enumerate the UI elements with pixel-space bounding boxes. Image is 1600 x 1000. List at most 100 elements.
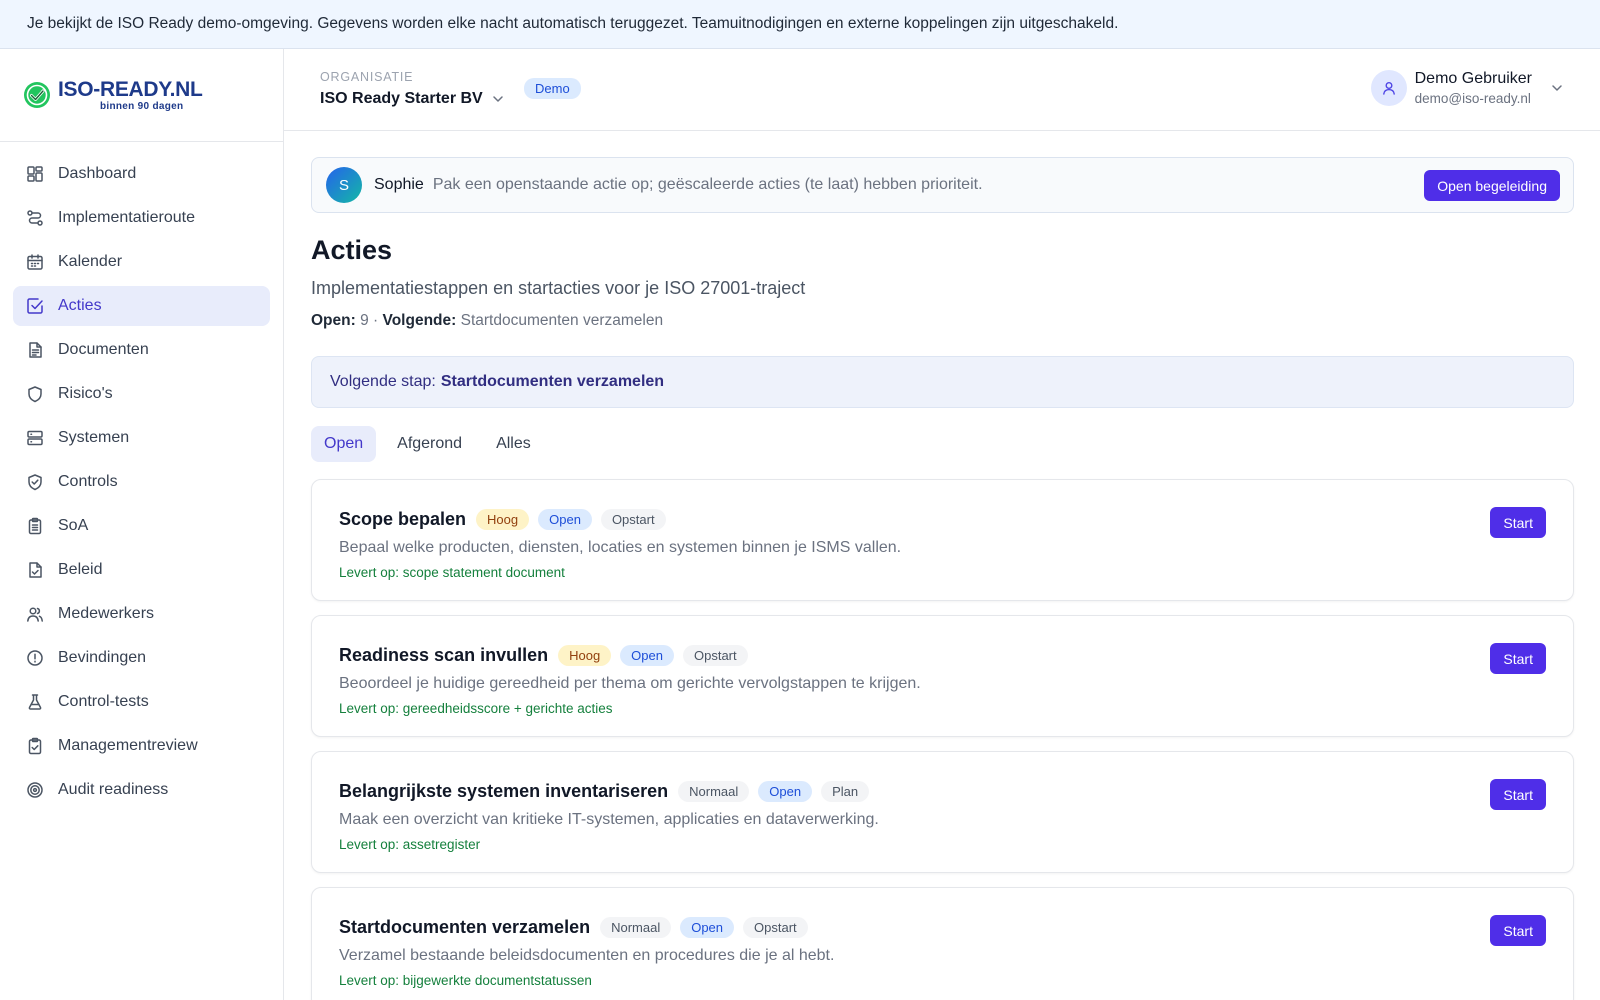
document-icon (26, 341, 44, 359)
sidebar-item-systemen[interactable]: Systemen (13, 418, 270, 458)
next-step-label: Volgende stap: (330, 373, 436, 390)
calendar-icon (26, 253, 44, 271)
sidebar-item-risico-s[interactable]: Risico's (13, 374, 270, 414)
sidebar-item-managementreview[interactable]: Managementreview (13, 726, 270, 766)
sidebar-item-acties[interactable]: Acties (13, 286, 270, 326)
demo-banner-text: Je bekijkt de ISO Ready demo-omgeving. G… (27, 15, 1119, 32)
org-switcher[interactable]: ORGANISATIE ISO Ready Starter BV (320, 70, 505, 108)
action-description: Maak een overzicht van kritieke IT-syste… (339, 811, 879, 828)
demo-banner: Je bekijkt de ISO Ready demo-omgeving. G… (0, 0, 1600, 49)
shield-check-icon (26, 473, 44, 491)
priority-badge: Hoog (476, 509, 530, 530)
action-description: Beoordeel je huidige gereedheid per them… (339, 675, 921, 692)
sidebar-item-kalender[interactable]: Kalender (13, 242, 270, 282)
action-deliverable: Levert op: gereedheidsscore + gerichte a… (339, 701, 613, 716)
action-card: Startdocumenten verzamelen Normaal Open Ops… (311, 887, 1574, 1000)
start-button[interactable]: Start (1490, 779, 1546, 810)
sidebar-item-label: Dashboard (58, 165, 137, 182)
alert-circle-icon (26, 649, 44, 667)
sidebar-nav: Dashboard Implementatieroute Kalender Actie… (0, 142, 283, 822)
status-badge: Open (538, 509, 592, 530)
page-subtitle: Implementatiestappen en startacties voor… (311, 278, 806, 298)
meta-separator: · (373, 312, 379, 329)
sidebar-item-label: Implementatieroute (58, 209, 195, 226)
sidebar-item-beleid[interactable]: Beleid (13, 550, 270, 590)
sidebar-item-label: Bevindingen (58, 649, 147, 666)
priority-badge: Normaal (678, 781, 750, 802)
page-meta: Open: 9 · Volgende: Startdocumenten verz… (311, 312, 1574, 330)
start-button[interactable]: Start (1490, 915, 1546, 946)
action-title: Readiness scan invullen (339, 645, 549, 665)
shield-icon (26, 385, 44, 403)
filter-tabs: Open Afgerond Alles (311, 426, 1574, 462)
assistant-message: Pak een openstaande actie op; geëscaleer… (432, 176, 983, 193)
sidebar-item-control-tests[interactable]: Control-tests (13, 682, 270, 722)
logo[interactable]: ISO-READY.NL binnen 90 dagen (0, 49, 283, 142)
check-square-icon (26, 297, 44, 315)
user-menu[interactable]: Demo Gebruiker demo@iso-ready.nl (1370, 70, 1564, 106)
route-icon (26, 209, 44, 227)
chevron-down-icon (1550, 81, 1564, 95)
avatar (1370, 70, 1407, 106)
sidebar-item-label: Control-tests (58, 693, 149, 710)
demo-badge: Demo (524, 78, 581, 99)
next-step-value: Startdocumenten verzamelen (440, 373, 665, 390)
sidebar-item-medewerkers[interactable]: Medewerkers (13, 594, 270, 634)
org-name: ISO Ready Starter BV (320, 90, 483, 107)
sidebar-item-audit-readiness[interactable]: Audit readiness (13, 770, 270, 810)
tab-afgerond[interactable]: Afgerond (384, 426, 475, 462)
main-content: S Sophie Pak een openstaande actie op; g… (311, 131, 1574, 1000)
phase-badge: Plan (821, 781, 870, 802)
sidebar-item-documenten[interactable]: Documenten (13, 330, 270, 370)
sidebar: ISO-READY.NL binnen 90 dagen Dashboard Im… (0, 49, 284, 1000)
sidebar-item-label: Managementreview (58, 737, 198, 754)
action-deliverable: Levert op: assetregister (339, 837, 481, 852)
user-email: demo@iso-ready.nl (1414, 91, 1531, 106)
start-button[interactable]: Start (1490, 643, 1546, 674)
next-value: Startdocumenten verzamelen (460, 312, 664, 329)
action-deliverable: Levert op: bijgewerkte documentstatussen (339, 973, 592, 988)
sidebar-item-bevindingen[interactable]: Bevindingen (13, 638, 270, 678)
start-button[interactable]: Start (1490, 507, 1546, 538)
open-label: Open: (311, 312, 356, 329)
action-card: Readiness scan invullen Hoog Open Opstart Be… (311, 615, 1574, 737)
status-badge: Open (758, 781, 813, 802)
users-icon (26, 605, 44, 623)
assistant-name: Sophie (374, 176, 424, 193)
sidebar-item-dashboard[interactable]: Dashboard (13, 154, 270, 194)
tab-alles[interactable]: Alles (483, 426, 544, 462)
topbar: ORGANISATIE ISO Ready Starter BV Demo De… (284, 49, 1600, 131)
phase-badge: Opstart (600, 509, 666, 530)
status-badge: Open (680, 917, 735, 938)
sidebar-item-soa[interactable]: SoA (13, 506, 270, 546)
sidebar-item-label: Beleid (58, 561, 103, 578)
tab-open[interactable]: Open (311, 426, 377, 462)
next-step-callout: Volgende stap: Startdocumenten verzamele… (311, 356, 1574, 408)
sidebar-item-controls[interactable]: Controls (13, 462, 270, 502)
sidebar-item-label: Medewerkers (58, 605, 155, 622)
action-list: Scope bepalen Hoog Open Opstart Bepaal welke… (311, 479, 1574, 1000)
user-name: Demo Gebruiker (1414, 70, 1532, 87)
next-label: Volgende: (382, 312, 457, 329)
logo-title: ISO-READY.NL (58, 77, 203, 101)
page-title: Acties (311, 235, 393, 265)
logo-subtitle: binnen 90 dagen (100, 100, 184, 112)
sidebar-item-implementatieroute[interactable]: Implementatieroute (13, 198, 270, 238)
clipboard-list-icon (26, 517, 44, 535)
action-description: Bepaal welke producten, diensten, locati… (339, 539, 902, 556)
dashboard-icon (26, 165, 44, 183)
org-label: ORGANISATIE (320, 70, 414, 84)
sidebar-item-label: Systemen (58, 429, 130, 446)
open-guidance-button[interactable]: Open begeleiding (1424, 170, 1560, 201)
sidebar-item-label: Documenten (58, 341, 149, 358)
action-title: Scope bepalen (339, 509, 467, 529)
user-icon (1381, 80, 1397, 96)
action-title: Startdocumenten verzamelen (339, 917, 591, 937)
open-count: 9 (360, 312, 369, 329)
sidebar-item-label: Risico's (58, 385, 113, 402)
logo-check-icon (22, 80, 52, 110)
chevron-down-icon (491, 92, 505, 106)
action-description: Verzamel bestaande beleidsdocumenten en … (339, 947, 835, 964)
clipboard-check-icon (26, 737, 44, 755)
priority-badge: Normaal (600, 917, 672, 938)
